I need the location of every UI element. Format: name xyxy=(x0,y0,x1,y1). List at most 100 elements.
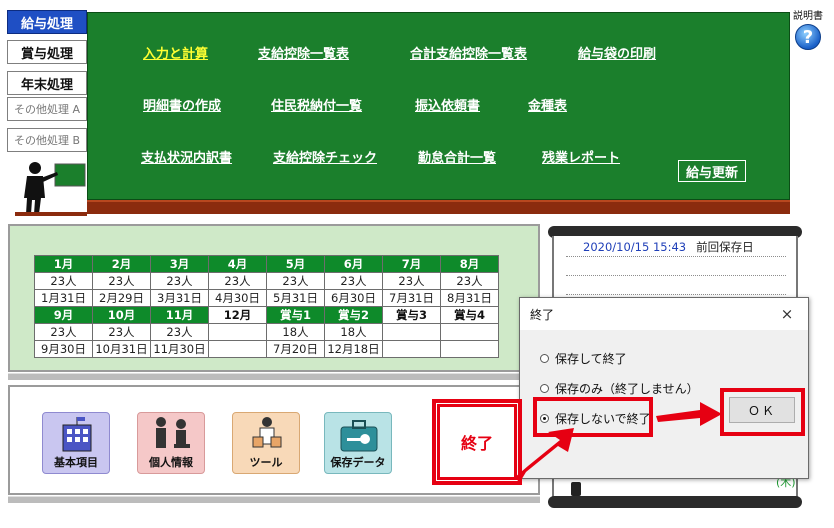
notebook-line xyxy=(566,256,786,257)
payday-cell xyxy=(382,340,441,358)
quit-highlight xyxy=(432,399,522,485)
chalkboard-panel: 入力と計算 支給控除一覧表 合計支給控除一覧表 給与袋の印刷 明細書の作成 住民… xyxy=(87,12,790,200)
option-save-only[interactable]: 保存のみ（終了しません） xyxy=(540,380,699,397)
personal-info-button[interactable]: 個人情報 xyxy=(137,412,205,474)
link-input-calc[interactable]: 入力と計算 xyxy=(143,43,208,62)
headcount-cell: 23人 xyxy=(92,272,151,290)
notebook-line xyxy=(566,275,786,276)
month-cell[interactable]: 1月 xyxy=(34,255,93,273)
close-icon[interactable]: × xyxy=(776,305,798,323)
headcount-cell: 18人 xyxy=(324,323,383,341)
help-button[interactable]: 説明書 ? xyxy=(788,7,828,50)
radio-icon xyxy=(540,354,549,363)
menu-other-a[interactable]: その他処理 A xyxy=(7,97,87,121)
notebook-line xyxy=(566,294,786,295)
link-resident-tax[interactable]: 住民税納付一覧 xyxy=(271,95,362,114)
month-cell[interactable]: 2月 xyxy=(92,255,151,273)
headcount-cell: 23人 xyxy=(382,272,441,290)
salary-update-button[interactable]: 給与更新 xyxy=(678,160,746,182)
option-label: 保存のみ（終了しません） xyxy=(555,382,699,396)
headcount-cell: 23人 xyxy=(92,323,151,341)
building-icon xyxy=(62,417,92,452)
payday-cell: 9月30日 xyxy=(34,340,93,358)
link-payment-breakdown[interactable]: 支払状況内訳書 xyxy=(141,147,232,166)
bonus-cell[interactable]: 賞与4 xyxy=(440,306,499,324)
radio-icon xyxy=(540,384,549,393)
briefcase-key-icon xyxy=(340,420,378,452)
link-payment-check[interactable]: 支給控除チェック xyxy=(273,147,377,166)
link-payslip-envelope[interactable]: 給与袋の印刷 xyxy=(578,43,656,62)
month-cell[interactable]: 12月 xyxy=(208,306,267,324)
link-denomination[interactable]: 金種表 xyxy=(528,95,567,114)
notebook-ring xyxy=(571,482,581,496)
payday-cell: 6月30日 xyxy=(324,289,383,307)
payday-cell: 7月20日 xyxy=(266,340,325,358)
menu-year-end[interactable]: 年末処理 xyxy=(7,71,87,95)
help-icon[interactable]: ? xyxy=(795,24,821,50)
menu-salary[interactable]: 給与処理 xyxy=(7,10,87,34)
month-cell[interactable]: 8月 xyxy=(440,255,499,273)
ok-highlight xyxy=(720,388,805,436)
month-cell[interactable]: 5月 xyxy=(266,255,325,273)
link-attendance-total[interactable]: 勤怠合計一覧 xyxy=(418,147,496,166)
headcount-cell: 23人 xyxy=(34,323,93,341)
payday-cell: 3月31日 xyxy=(150,289,209,307)
headcount-cell xyxy=(208,323,267,341)
month-cell[interactable]: 6月 xyxy=(324,255,383,273)
month-cell[interactable]: 7月 xyxy=(382,255,441,273)
month-cell[interactable]: 10月 xyxy=(92,306,151,324)
link-payment-list[interactable]: 支給控除一覧表 xyxy=(258,43,349,62)
payday-cell: 4月30日 xyxy=(208,289,267,307)
personal-info-label: 個人情報 xyxy=(149,456,193,469)
basic-settings-label: 基本項目 xyxy=(54,456,98,469)
option-save-and-quit[interactable]: 保存して終了 xyxy=(540,350,627,367)
help-label: 説明書 xyxy=(793,11,823,22)
last-saved-time: 2020/10/15 15:43 xyxy=(583,240,687,254)
menu-other-b[interactable]: その他処理 B xyxy=(7,128,87,152)
chalkboard-ledge xyxy=(87,200,790,214)
basic-settings-button[interactable]: 基本項目 xyxy=(42,412,110,474)
month-cell[interactable]: 11月 xyxy=(150,306,209,324)
last-saved: 2020/10/15 15:43 前回保存日 xyxy=(583,239,754,255)
payday-cell xyxy=(440,340,499,358)
payday-cell: 8月31日 xyxy=(440,289,499,307)
month-cell[interactable]: 4月 xyxy=(208,255,267,273)
menu-bonus[interactable]: 賞与処理 xyxy=(7,40,87,64)
bonus-cell[interactable]: 賞与2 xyxy=(324,306,383,324)
worker-icon xyxy=(252,417,282,448)
saved-data-label: 保存データ xyxy=(330,456,386,469)
option-label: 保存して終了 xyxy=(555,352,627,366)
headcount-cell: 18人 xyxy=(266,323,325,341)
link-transfer-request[interactable]: 振込依頼書 xyxy=(415,95,480,114)
link-create-statement[interactable]: 明細書の作成 xyxy=(143,95,221,114)
month-cell[interactable]: 3月 xyxy=(150,255,209,273)
divider xyxy=(8,373,540,380)
option-highlight xyxy=(533,397,653,437)
dialog-title: 終了 xyxy=(530,307,555,322)
last-saved-label: 前回保存日 xyxy=(696,240,754,254)
teacher-icon xyxy=(15,162,87,216)
month-cell[interactable]: 9月 xyxy=(34,306,93,324)
tools-button[interactable]: ツール xyxy=(232,412,300,474)
tools-label: ツール xyxy=(249,456,283,469)
headcount-cell: 23人 xyxy=(150,323,209,341)
link-overtime-report[interactable]: 残業レポート xyxy=(542,147,620,166)
headcount-cell: 23人 xyxy=(440,272,499,290)
payday-cell: 10月31日 xyxy=(92,340,151,358)
headcount-cell: 23人 xyxy=(150,272,209,290)
headcount-cell: 23人 xyxy=(266,272,325,290)
people-icon xyxy=(156,417,190,448)
link-total-payment-list[interactable]: 合計支給控除一覧表 xyxy=(410,43,527,62)
payday-cell: 2月29日 xyxy=(92,289,151,307)
payday-cell: 5月31日 xyxy=(266,289,325,307)
dialog-titlebar: 終了 × xyxy=(520,298,808,330)
saved-data-button[interactable]: 保存データ xyxy=(324,412,392,474)
bonus-cell[interactable]: 賞与3 xyxy=(382,306,441,324)
divider xyxy=(8,496,540,503)
payday-cell: 11月30日 xyxy=(150,340,209,358)
headcount-cell xyxy=(382,323,441,341)
headcount-cell xyxy=(440,323,499,341)
headcount-cell: 23人 xyxy=(324,272,383,290)
bonus-cell[interactable]: 賞与1 xyxy=(266,306,325,324)
headcount-cell: 23人 xyxy=(34,272,93,290)
